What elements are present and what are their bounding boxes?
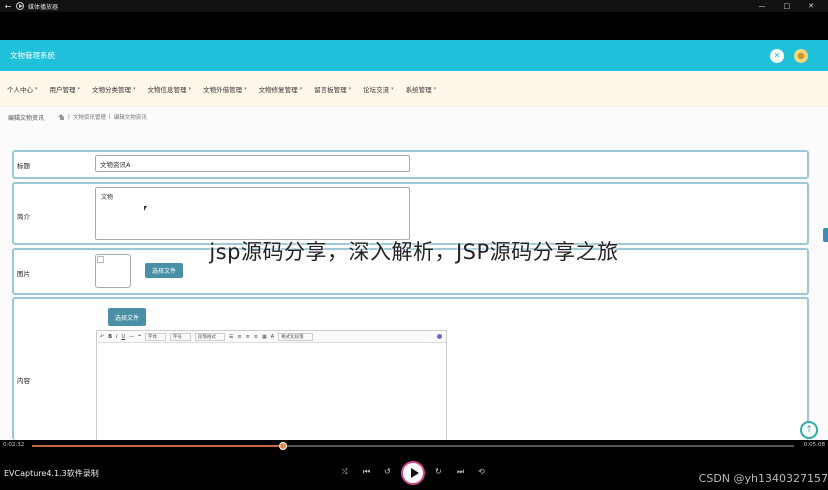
quote-icon[interactable]: ❝ [138, 334, 141, 340]
breadcrumb-separator: | [108, 114, 111, 120]
title-input[interactable]: 文物资讯A [95, 155, 410, 172]
intro-textarea[interactable]: 文物 [95, 187, 410, 240]
font-size-select[interactable]: 字号 [169, 332, 191, 341]
intro-text: 文物 [101, 194, 114, 201]
player-progress: 0:02:32 0:05:08 [0, 440, 828, 452]
seek-handle[interactable] [279, 442, 288, 450]
nav-item-label: 文物外借管理 [203, 85, 243, 94]
nav-item-label: 论坛交流 [363, 85, 390, 94]
nav-item-restoration[interactable]: 文物修复管理 ▾ [256, 84, 312, 94]
nav-item-categories[interactable]: 文物分类管理 ▾ [89, 84, 145, 94]
nav-item-lending[interactable]: 文物外借管理 ▾ [200, 84, 256, 94]
form-row-content: 内容 选择文件 ↶ B I U — ❝ 字体 字号 段落格式 ☰ ≡ ≡ ≡ ▦… [12, 297, 809, 460]
nav-item-label: 用户管理 [49, 85, 76, 94]
breadcrumb-row: 编辑文物资讯 | 文物资讯管理 | 编辑文物资讯 [0, 107, 828, 127]
nav-item-label: 文物分类管理 [92, 85, 132, 94]
duration: 0:05:08 [803, 442, 825, 448]
next-icon[interactable]: ⏭ [457, 467, 464, 477]
chevron-down-icon: ▾ [133, 85, 136, 92]
breadcrumb-separator: | [68, 114, 70, 120]
align-left-icon[interactable]: ≡ [237, 334, 241, 340]
italic-icon[interactable]: I [116, 334, 117, 340]
player-controls: EVCapture4.1.3软件录制 ⤨ ⏮ ↺ ↻ ⏭ ⟲ CSDN @yh1… [0, 452, 828, 490]
nav-item-system[interactable]: 系统管理 ▾ [403, 84, 446, 94]
align-center-icon[interactable]: ≡ [246, 334, 250, 340]
scroll-top-icon[interactable]: ↑ [800, 421, 818, 439]
nav-item-relic-info[interactable]: 文物信息管理 ▾ [145, 84, 201, 94]
content-choose-file-button[interactable]: 选择文件 [108, 308, 146, 326]
image-label: 图片 [17, 270, 30, 278]
align-right-icon[interactable]: ≡ [254, 334, 258, 340]
close-window-button[interactable]: ✕ [808, 2, 814, 10]
nav-item-label: 留言板管理 [314, 85, 347, 94]
nav-item-label: 文物修复管理 [258, 85, 298, 94]
intro-label: 简介 [17, 213, 30, 221]
page-title: 编辑文物资讯 [8, 114, 45, 122]
chevron-down-icon: ▾ [188, 85, 192, 92]
repeat-icon[interactable]: ⟲ [478, 467, 485, 476]
screen: ← 媒体播放器 — □ ✕ 文物管理系统 ✕ ● 个人中心 ▾ 用户管理 ▾ 文物分… [0, 0, 828, 490]
title-label: 标题 [17, 162, 30, 170]
app-title: 文物管理系统 [10, 51, 55, 60]
current-time: 0:02:32 [3, 442, 25, 448]
chevron-down-icon: ▾ [244, 85, 247, 92]
chevron-down-icon: ▾ [77, 85, 81, 92]
underline-icon[interactable]: U [122, 334, 126, 340]
nav-item-personal[interactable]: 个人中心 ▾ [4, 84, 47, 94]
breadcrumb-item[interactable]: 文物资讯管理 [73, 113, 106, 121]
main-nav: 个人中心 ▾ 用户管理 ▾ 文物分类管理 ▾ 文物信息管理 ▾ 文物外借管理 ▾ 文物修复… [0, 71, 828, 107]
nav-item-label: 个人中心 [7, 85, 33, 94]
format-paragraph-select[interactable]: 格式化段落 [278, 332, 313, 341]
breadcrumb: | 文物资讯管理 | 编辑文物资讯 [58, 113, 147, 121]
table-icon[interactable]: ▦ [262, 334, 267, 340]
editor-toolbar: ↶ B I U — ❝ 字体 字号 段落格式 ☰ ≡ ≡ ≡ ▦ A 格式化段落 [97, 331, 446, 343]
back-arrow-icon[interactable]: ← [0, 2, 16, 11]
overlay-headline: jsp源码分享，深入解析，JSP源码分享之旅 [209, 240, 619, 264]
player-logo-icon [16, 2, 24, 10]
emoji-icon[interactable] [437, 334, 442, 339]
close-icon[interactable]: ✕ [770, 48, 784, 63]
chevron-down-icon: ▾ [348, 85, 352, 92]
maximize-button[interactable]: □ [784, 2, 791, 10]
nav-item-users[interactable]: 用户管理 ▾ [47, 84, 90, 94]
nav-item-label: 系统管理 [405, 85, 432, 94]
play-button[interactable] [401, 461, 425, 485]
bold-icon[interactable]: B [108, 334, 112, 340]
list-icon[interactable]: ☰ [229, 334, 233, 340]
avatar[interactable]: ● [794, 48, 808, 63]
window-controls: — □ ✕ [759, 2, 828, 10]
recorder-label: EVCapture4.1.3软件录制 [4, 469, 99, 478]
home-icon[interactable] [58, 114, 65, 120]
chevron-down-icon: ▾ [299, 85, 303, 92]
nav-item-forum[interactable]: 论坛交流 ▾ [360, 84, 403, 94]
font-color-icon[interactable]: A [271, 334, 274, 340]
form-row-title: 标题 文物资讯A [12, 150, 809, 179]
forward-30-icon[interactable]: ↻ [435, 467, 442, 476]
content-label: 内容 [17, 377, 30, 385]
nav-item-label: 文物信息管理 [147, 85, 187, 94]
chevron-down-icon: ▾ [391, 85, 394, 92]
seek-bar-fill [32, 445, 284, 447]
player-title-bar: ← 媒体播放器 — □ ✕ [0, 0, 828, 12]
strikethrough-icon[interactable]: — [129, 334, 134, 340]
font-family-select[interactable]: 字体 [144, 332, 166, 341]
chevron-down-icon: ▾ [433, 85, 437, 92]
minimize-button[interactable]: — [759, 2, 766, 10]
csdn-watermark: CSDN @yh1340327157 [698, 472, 828, 485]
paragraph-format-select[interactable]: 段落格式 [194, 332, 225, 341]
app-header: 文物管理系统 ✕ ● [0, 40, 828, 71]
nav-item-messages[interactable]: 留言板管理 ▾ [311, 84, 360, 94]
mouse-cursor-icon [144, 206, 147, 211]
seek-bar[interactable] [32, 442, 794, 450]
undo-icon[interactable]: ↶ [100, 334, 104, 340]
breadcrumb-item: 编辑文物资讯 [113, 115, 147, 121]
player-window-title: 媒体播放器 [28, 3, 59, 11]
chevron-down-icon: ▾ [35, 85, 38, 92]
previous-icon[interactable]: ⏮ [363, 467, 370, 477]
shuffle-icon[interactable]: ⤨ [341, 467, 347, 477]
rewind-10-icon[interactable]: ↺ [384, 467, 391, 476]
